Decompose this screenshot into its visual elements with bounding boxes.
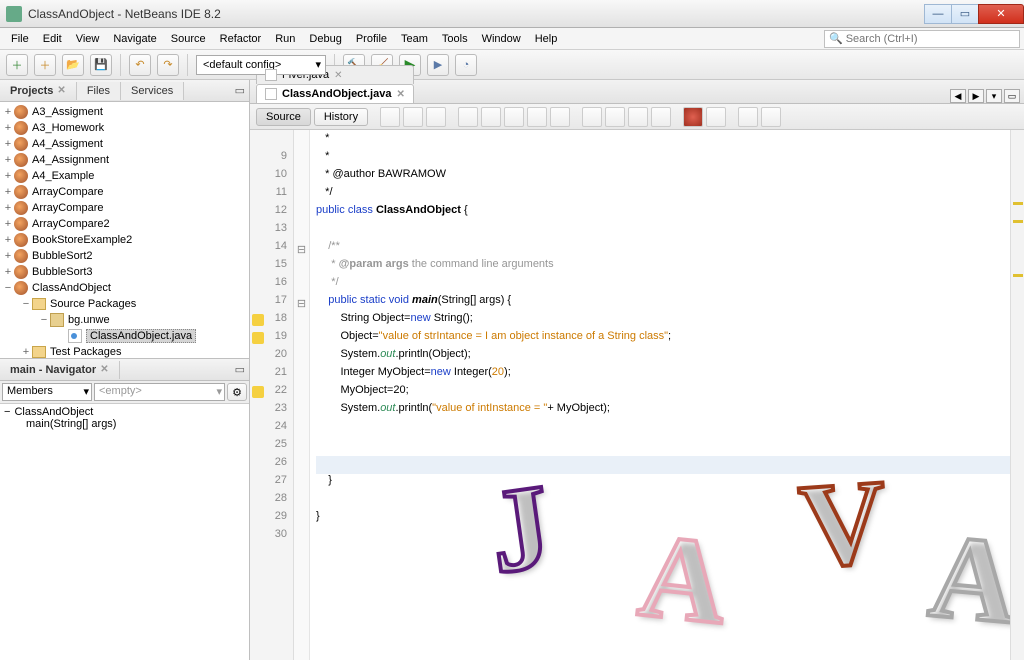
menu-edit[interactable]: Edit — [36, 30, 69, 48]
shift-right-button[interactable] — [651, 107, 671, 127]
profile-button[interactable]: ◔ — [455, 54, 477, 76]
tree-node[interactable]: +ArrayCompare — [0, 200, 249, 216]
tab-list-button[interactable]: ▾ — [986, 89, 1002, 103]
projects-tree[interactable]: +A3_Assigment+A3_Homework+A4_Assigment+A… — [0, 102, 249, 359]
tree-node[interactable]: −Source Packages — [0, 296, 249, 312]
debug-button[interactable]: ▶ — [427, 54, 449, 76]
tree-node[interactable]: +BookStoreExample2 — [0, 232, 249, 248]
editor-toolbar: Source History — [250, 104, 1024, 130]
minimize-button[interactable]: — — [924, 4, 952, 24]
menu-run[interactable]: Run — [268, 30, 302, 48]
close-icon[interactable]: ✕ — [100, 364, 108, 375]
minimize-panel-icon[interactable]: ▭ — [231, 363, 249, 376]
tree-node[interactable]: −ClassAndObject — [0, 280, 249, 296]
close-icon[interactable]: ✕ — [396, 89, 404, 100]
nav-node[interactable]: main(String[] args) — [2, 418, 247, 430]
decorative-letter-v: V — [795, 452, 891, 596]
tree-node[interactable]: +A4_Assignment — [0, 152, 249, 168]
new-project-button[interactable]: ＋ — [34, 54, 56, 76]
tree-node[interactable]: ClassAndObject.java — [0, 328, 249, 344]
filter-combo[interactable]: <empty> — [94, 383, 225, 401]
new-file-button[interactable]: ＋ — [6, 54, 28, 76]
menu-debug[interactable]: Debug — [302, 30, 348, 48]
window-title: ClassAndObject - NetBeans IDE 8.2 — [28, 7, 925, 21]
search-icon: 🔍 — [829, 32, 843, 45]
back-button[interactable] — [403, 107, 423, 127]
menu-tools[interactable]: Tools — [435, 30, 475, 48]
menu-profile[interactable]: Profile — [349, 30, 394, 48]
nav-node[interactable]: −ClassAndObject — [2, 406, 247, 418]
next-tab-button[interactable]: ▶ — [968, 89, 984, 103]
titlebar: ClassAndObject - NetBeans IDE 8.2 — ▭ ✕ — [0, 0, 1024, 28]
menu-help[interactable]: Help — [528, 30, 565, 48]
menu-window[interactable]: Window — [475, 30, 528, 48]
maximize-editor-button[interactable]: ▭ — [1004, 89, 1020, 103]
editor-tabs: Fiver.java✕ClassAndObject.java✕ ◀ ▶ ▾ ▭ — [250, 80, 1024, 104]
tree-node[interactable]: +A4_Assigment — [0, 136, 249, 152]
toggle-highlight-button[interactable] — [527, 107, 547, 127]
macro-stop-button[interactable] — [706, 107, 726, 127]
tree-node[interactable]: +A4_Example — [0, 168, 249, 184]
menu-refactor[interactable]: Refactor — [213, 30, 269, 48]
tree-node[interactable]: +Test Packages — [0, 344, 249, 359]
forward-button[interactable] — [426, 107, 446, 127]
tree-node[interactable]: +ArrayCompare — [0, 184, 249, 200]
prev-tab-button[interactable]: ◀ — [950, 89, 966, 103]
app-icon — [6, 6, 22, 22]
undo-button[interactable]: ↶ — [129, 54, 151, 76]
shift-left-button[interactable] — [628, 107, 648, 127]
decorative-letter-a: A — [924, 506, 1022, 651]
source-view-button[interactable]: Source — [256, 108, 311, 126]
close-icon[interactable]: ✕ — [334, 70, 342, 81]
find-next-button[interactable] — [504, 107, 524, 127]
close-icon[interactable]: ✕ — [57, 85, 65, 96]
search-input[interactable] — [846, 33, 1015, 45]
decorative-letter-a: A — [633, 506, 734, 652]
tab-projects[interactable]: Projects✕ — [0, 82, 77, 100]
comment-button[interactable] — [738, 107, 758, 127]
projects-panel-header: Projects✕ Files Services ▭ — [0, 80, 249, 102]
macro-record-button[interactable] — [683, 107, 703, 127]
tree-node[interactable]: +A3_Homework — [0, 120, 249, 136]
toggle-bookmark-button[interactable] — [550, 107, 570, 127]
tree-node[interactable]: +ArrayCompare2 — [0, 216, 249, 232]
next-bookmark-button[interactable] — [605, 107, 625, 127]
last-edit-button[interactable] — [380, 107, 400, 127]
menubar: FileEditViewNavigateSourceRefactorRunDeb… — [0, 28, 1024, 50]
navigator-tree[interactable]: −ClassAndObjectmain(String[] args) — [0, 404, 249, 660]
code-editor[interactable]: 9101112131415161718192021222324252627282… — [250, 130, 1024, 660]
redo-button[interactable]: ↷ — [157, 54, 179, 76]
menu-team[interactable]: Team — [394, 30, 435, 48]
tab-services[interactable]: Services — [121, 82, 184, 100]
navigator-panel-header: main - Navigator✕ ▭ — [0, 359, 249, 381]
tree-node[interactable]: −bg.unwe — [0, 312, 249, 328]
history-view-button[interactable]: History — [314, 108, 368, 126]
tab-files[interactable]: Files — [77, 82, 121, 100]
main-toolbar: ＋ ＋ 📂 💾 ↶ ↷ <default config> 🔨 🧹 ▶ ▶ ◔ — [0, 50, 1024, 80]
close-button[interactable]: ✕ — [978, 4, 1024, 24]
menu-navigate[interactable]: Navigate — [106, 30, 163, 48]
members-combo[interactable]: Members — [2, 383, 92, 401]
menu-file[interactable]: File — [4, 30, 36, 48]
open-button[interactable]: 📂 — [62, 54, 84, 76]
find-selection-button[interactable] — [458, 107, 478, 127]
navigator-title[interactable]: main - Navigator✕ — [0, 361, 120, 379]
editor-tab[interactable]: ClassAndObject.java✕ — [256, 84, 414, 103]
menu-view[interactable]: View — [69, 30, 107, 48]
maximize-button[interactable]: ▭ — [951, 4, 979, 24]
nav-filter-button[interactable]: ⚙ — [227, 383, 247, 401]
config-combo[interactable]: <default config> — [196, 55, 326, 75]
uncomment-button[interactable] — [761, 107, 781, 127]
tree-node[interactable]: +BubbleSort2 — [0, 248, 249, 264]
find-prev-button[interactable] — [481, 107, 501, 127]
minimize-panel-icon[interactable]: ▭ — [231, 84, 249, 97]
save-all-button[interactable]: 💾 — [90, 54, 112, 76]
error-stripe[interactable] — [1010, 130, 1024, 660]
global-search[interactable]: 🔍 — [824, 30, 1020, 48]
tree-node[interactable]: +A3_Assigment — [0, 104, 249, 120]
menu-source[interactable]: Source — [164, 30, 213, 48]
prev-bookmark-button[interactable] — [582, 107, 602, 127]
tree-node[interactable]: +BubbleSort3 — [0, 264, 249, 280]
